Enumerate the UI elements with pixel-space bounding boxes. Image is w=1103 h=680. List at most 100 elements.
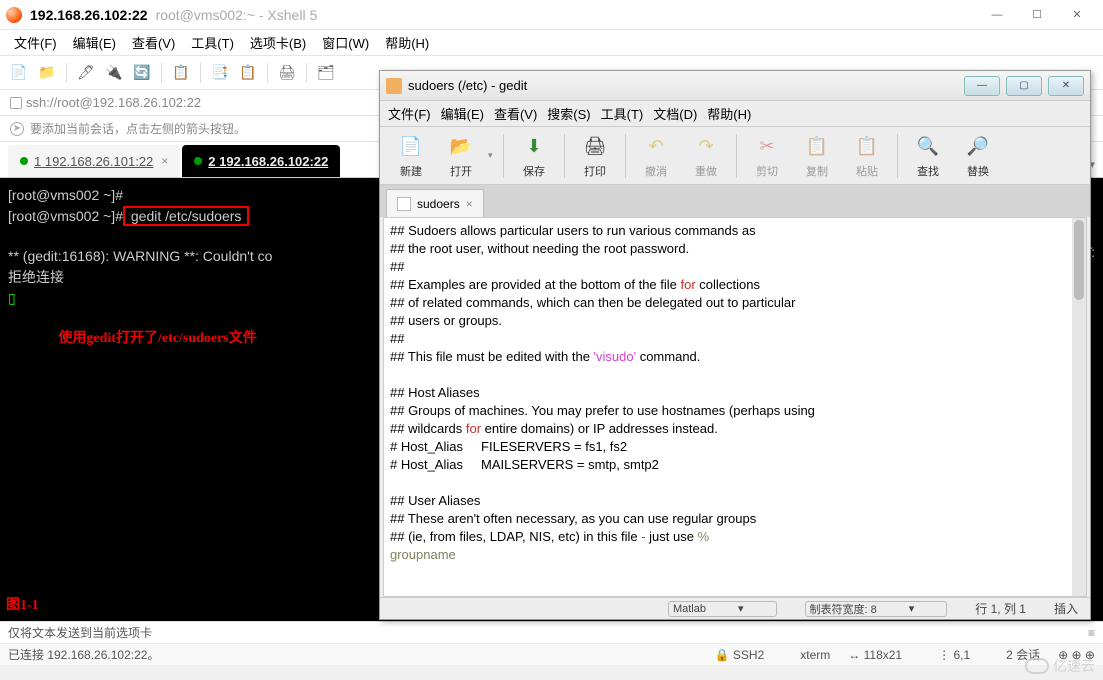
maximize-button[interactable]: ☐	[1017, 3, 1057, 27]
separator	[306, 63, 307, 83]
separator	[200, 63, 201, 83]
separator	[564, 134, 565, 178]
editor-line: ## Examples are provided at the bottom o…	[390, 276, 1080, 294]
connect-icon[interactable]: 🖊	[75, 62, 97, 84]
save-icon: ⬇	[520, 133, 548, 161]
replace-icon: 🔎	[964, 133, 992, 161]
menu-file[interactable]: 文件(F)	[10, 31, 61, 54]
open-dropdown-icon[interactable]: ▾	[488, 150, 496, 161]
gedit-app-icon	[386, 78, 402, 94]
menu-view[interactable]: 查看(V)	[128, 31, 179, 54]
doc-tab-sudoers[interactable]: sudoers ×	[386, 189, 484, 217]
find-button[interactable]: 🔍查找	[905, 133, 951, 179]
doc-tab-close-icon[interactable]: ×	[466, 197, 473, 211]
separator	[897, 134, 898, 178]
cut-button[interactable]: ✂剪切	[744, 133, 790, 179]
new-button[interactable]: 📄新建	[388, 133, 434, 179]
window-buttons: — ☐ ✕	[977, 3, 1097, 27]
status-term: xterm	[800, 648, 830, 662]
save-button[interactable]: ⬇保存	[511, 133, 557, 179]
editor-line: ## users or groups.	[390, 312, 1080, 330]
cursor-icon: ▯	[8, 290, 16, 306]
gedit-menubar: 文件(F) 编辑(E) 查看(V) 搜索(S) 工具(T) 文档(D) 帮助(H…	[380, 101, 1090, 127]
highlighted-command: gedit /etc/sudoers	[123, 206, 249, 226]
xshell-logo-icon	[6, 7, 22, 23]
gedit-menu-tool[interactable]: 工具(T)	[601, 104, 644, 123]
address-text: ssh://root@192.168.26.102:22	[26, 95, 201, 110]
menu-window[interactable]: 窗口(W)	[318, 31, 373, 54]
tabwidth-selector[interactable]: 制表符宽度: 8▾	[805, 601, 948, 617]
paste-icon[interactable]: 📋	[237, 62, 259, 84]
active-dot-icon	[20, 157, 28, 165]
gedit-editor[interactable]: ## Sudoers allows particular users to ru…	[383, 217, 1087, 597]
scrollbar-thumb[interactable]	[1074, 220, 1084, 300]
new-session-icon[interactable]: 📄	[8, 62, 30, 84]
gedit-title-text: sudoers (/etc) - gedit	[408, 78, 527, 93]
hint-text: 要添加当前会话，点击左侧的箭头按钮。	[30, 120, 246, 137]
open-session-icon[interactable]: 📁	[36, 62, 58, 84]
ftp-icon[interactable]: 🗂	[315, 62, 337, 84]
gedit-document-tabs: sudoers ×	[380, 185, 1090, 217]
prompt: [root@vms002 ~]#	[8, 208, 123, 224]
properties-icon[interactable]: 📋	[170, 62, 192, 84]
gedit-menu-doc[interactable]: 文档(D)	[653, 104, 697, 123]
send-menu-icon[interactable]: ≡	[1088, 626, 1095, 640]
reconnect-icon[interactable]: 🔌	[103, 62, 125, 84]
disconnect-icon[interactable]: 🔄	[131, 62, 153, 84]
tab-host-1[interactable]: 1 192.168.26.101:22 ×	[8, 145, 180, 177]
undo-button[interactable]: ↶撤消	[633, 133, 679, 179]
tab-label: 1 192.168.26.101:22	[34, 154, 153, 169]
minimize-button[interactable]: —	[977, 3, 1017, 27]
menu-help[interactable]: 帮助(H)	[381, 31, 433, 54]
cut-icon: ✂	[753, 133, 781, 161]
xshell-titlebar: 192.168.26.102:22 root@vms002:~ - Xshell…	[0, 0, 1103, 30]
gedit-maximize-button[interactable]: ▢	[1006, 76, 1042, 96]
active-dot-icon	[194, 157, 202, 165]
open-button[interactable]: 📂打开	[438, 133, 484, 179]
scrollbar[interactable]	[1072, 218, 1086, 596]
language-selector[interactable]: Matlab▾	[668, 601, 777, 617]
paste-button[interactable]: 📋粘贴	[844, 133, 890, 179]
open-folder-icon: 📂	[447, 133, 475, 161]
send-input[interactable]: 仅将文本发送到当前选项卡	[8, 624, 152, 641]
editor-line: ## the root user, without needing the ro…	[390, 240, 1080, 258]
gedit-statusbar: Matlab▾ 制表符宽度: 8▾ 行 1, 列 1 插入	[380, 597, 1090, 619]
gedit-window-buttons: — ▢ ✕	[964, 76, 1084, 96]
print-button[interactable]: 🖨打印	[572, 133, 618, 179]
gedit-menu-edit[interactable]: 编辑(E)	[441, 104, 484, 123]
copy-button[interactable]: 📋复制	[794, 133, 840, 179]
status-ssh: 🔒 SSH2	[715, 648, 783, 662]
close-button[interactable]: ✕	[1057, 3, 1097, 27]
menu-tab[interactable]: 选项卡(B)	[246, 31, 310, 54]
editor-line: # Host_Alias FILESERVERS = fs1, fs2	[390, 438, 1080, 456]
file-icon	[397, 197, 411, 211]
separator	[736, 134, 737, 178]
editor-line	[390, 474, 1080, 492]
copy-icon[interactable]: 📑	[209, 62, 231, 84]
gedit-menu-help[interactable]: 帮助(H)	[707, 104, 751, 123]
gedit-titlebar[interactable]: sudoers (/etc) - gedit — ▢ ✕	[380, 71, 1090, 101]
replace-button[interactable]: 🔎替换	[955, 133, 1001, 179]
menu-tool[interactable]: 工具(T)	[187, 31, 238, 54]
status-pos: ⋮ 6,1	[938, 648, 988, 662]
gedit-menu-search[interactable]: 搜索(S)	[547, 104, 590, 123]
gedit-menu-file[interactable]: 文件(F)	[388, 104, 431, 123]
cursor-position: 行 1, 列 1	[975, 600, 1026, 617]
editor-line: ## User Aliases	[390, 492, 1080, 510]
tab-close-icon[interactable]: ×	[161, 154, 168, 168]
add-session-icon[interactable]: ➤	[10, 122, 24, 136]
gedit-menu-view[interactable]: 查看(V)	[494, 104, 537, 123]
redo-button[interactable]: ↷重做	[683, 133, 729, 179]
editor-line: ## Groups of machines. You may prefer to…	[390, 402, 1080, 420]
gedit-close-button[interactable]: ✕	[1048, 76, 1084, 96]
tab-label: 2 192.168.26.102:22	[208, 154, 328, 169]
copy-icon: 📋	[803, 133, 831, 161]
separator	[66, 63, 67, 83]
tab-host-2[interactable]: 2 192.168.26.102:22	[182, 145, 340, 177]
print-icon[interactable]: 🖨	[276, 62, 298, 84]
menu-edit[interactable]: 编辑(E)	[69, 31, 120, 54]
separator	[161, 63, 162, 83]
editor-line: ## Host Aliases	[390, 384, 1080, 402]
gedit-minimize-button[interactable]: —	[964, 76, 1000, 96]
connection-status: 已连接 192.168.26.102:22。	[8, 646, 159, 663]
